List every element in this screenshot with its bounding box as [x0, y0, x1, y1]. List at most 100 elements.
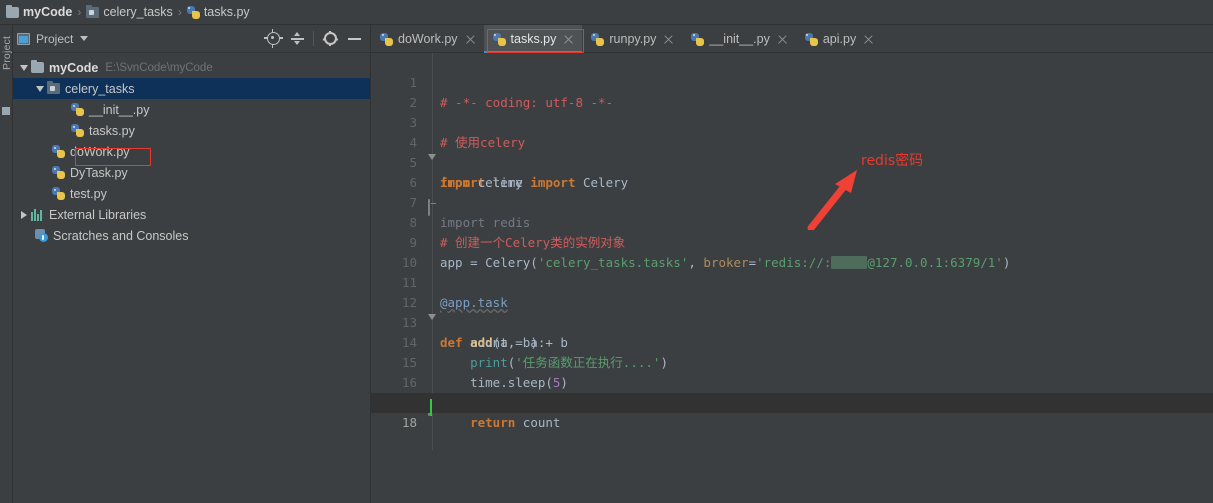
breadcrumb-separator: › — [77, 5, 82, 19]
minimize-icon — [347, 37, 361, 40]
annotation-arrow-icon — [807, 170, 857, 230]
scratches-icon — [34, 229, 49, 243]
tree-item-external-libraries[interactable]: External Libraries — [13, 204, 370, 225]
project-path-hint: E:\SvnCode\myCode — [105, 61, 213, 74]
code-line: 3 # 使用celery — [371, 93, 1213, 150]
breadcrumb: myCode › celery_tasks › tasks.py — [0, 0, 1213, 25]
code-line: 6 import redis — [371, 153, 1213, 230]
python-file-icon — [51, 187, 66, 201]
code-line: 7 — [371, 173, 1213, 210]
code-line: 11 @app.task — [371, 253, 1213, 310]
collapse-all-icon — [290, 32, 304, 45]
tree-item-label: celery_tasks — [65, 81, 135, 96]
code-editor[interactable]: 1 # -*- coding: utf-8 -*- 2 3 # 使用celery… — [371, 53, 1213, 503]
target-icon — [263, 29, 283, 48]
editor-tab-label: api.py — [822, 32, 857, 46]
editor-tab-label: runpy.py — [609, 32, 657, 46]
collapse-all-button[interactable] — [286, 28, 308, 50]
python-file-icon — [70, 103, 85, 117]
code-line: 8 # 创建一个Celery类的实例对象 — [371, 193, 1213, 250]
close-icon[interactable] — [663, 34, 674, 45]
chevron-down-icon — [80, 36, 89, 41]
code-line: 16 return count — [371, 353, 1213, 430]
line-number: 18 — [401, 415, 417, 430]
toolbar-divider — [313, 31, 314, 46]
python-file-icon — [380, 32, 393, 46]
tree-item-dowork-py[interactable]: doWork.py — [13, 141, 370, 162]
close-icon[interactable] — [563, 34, 574, 45]
code-line-current: 18 — [371, 393, 1213, 430]
tree-item-test-py[interactable]: test.py — [13, 183, 370, 204]
python-file-icon — [51, 166, 66, 180]
editor-tab-label: __init__.py — [709, 32, 770, 46]
tree-item-label: DyTask.py — [70, 165, 128, 180]
library-icon — [30, 208, 45, 222]
folder-icon — [30, 60, 45, 75]
tool-window-stripe-left: Project — [0, 25, 13, 503]
editor-tab-api-py[interactable]: api.py — [796, 25, 882, 53]
close-icon[interactable] — [863, 34, 874, 45]
tree-item-celery-tasks[interactable]: celery_tasks — [13, 78, 370, 99]
editor-tab-init-py[interactable]: __init__.py — [682, 25, 795, 53]
tree-item-label: External Libraries — [49, 207, 147, 222]
breadcrumb-item-mycode[interactable]: myCode — [6, 0, 72, 25]
project-tool-window: Project myCode E:\SvnCode\myCode celery_… — [13, 25, 371, 503]
breadcrumb-item-tasks-py[interactable]: tasks.py — [186, 0, 250, 25]
close-icon[interactable] — [777, 34, 788, 45]
expand-arrow-icon[interactable] — [33, 78, 46, 99]
editor-tab-bar: doWork.py tasks.py runpy.py __init__.py … — [371, 25, 1213, 53]
project-panel-header: Project — [13, 25, 370, 53]
editor-tab-tasks-py[interactable]: tasks.py — [483, 25, 583, 53]
python-file-icon — [804, 32, 818, 46]
breadcrumb-label: tasks.py — [203, 5, 250, 19]
expand-arrow-icon[interactable] — [17, 57, 30, 78]
breadcrumb-separator: › — [177, 5, 182, 19]
settings-button[interactable] — [319, 28, 341, 50]
locate-file-button[interactable] — [262, 28, 284, 50]
project-tree: myCode E:\SvnCode\myCode celery_tasks __… — [13, 53, 370, 246]
annotation-label: redis密码 — [861, 153, 924, 169]
tree-item-label: Scratches and Consoles — [53, 228, 189, 243]
code-line: 5 from celery import Celery — [371, 133, 1213, 190]
tree-item-tasks-py[interactable]: tasks.py — [13, 120, 370, 141]
stripe-button-project[interactable]: Project — [1, 28, 13, 70]
tree-item-label: __init__.py — [89, 102, 150, 117]
hide-panel-button[interactable] — [343, 28, 365, 50]
breadcrumb-label: myCode — [23, 5, 73, 19]
text-caret — [430, 399, 432, 416]
code-text: return count — [470, 415, 561, 430]
code-line: 1 # -*- coding: utf-8 -*- — [371, 53, 1213, 110]
tree-item-label: doWork.py — [70, 144, 130, 159]
folder-icon — [6, 4, 19, 18]
package-icon — [46, 81, 61, 96]
tree-item-init-py[interactable]: __init__.py — [13, 99, 370, 120]
code-line: 12 def add(a, b): — [371, 273, 1213, 350]
python-file-icon — [70, 124, 85, 138]
python-file-icon — [51, 145, 66, 159]
code-line: 14 print('任务函数正在执行....') — [371, 313, 1213, 370]
tree-item-label: tasks.py — [89, 123, 135, 138]
editor-tab-label: doWork.py — [398, 32, 458, 46]
pycharm-window: myCode › celery_tasks › tasks.py Project… — [0, 0, 1213, 503]
code-line: 4 import time — [371, 113, 1213, 190]
code-line: 17 — [371, 373, 1213, 410]
tree-item-dytask-py[interactable]: DyTask.py — [13, 162, 370, 183]
breadcrumb-item-celery-tasks[interactable]: celery_tasks — [86, 0, 173, 25]
python-file-icon — [186, 5, 200, 19]
expand-arrow-icon[interactable] — [17, 204, 30, 225]
tree-item-mycode[interactable]: myCode E:\SvnCode\myCode — [13, 57, 370, 78]
tree-item-scratches-and-consoles[interactable]: Scratches and Consoles — [13, 225, 370, 246]
python-file-icon — [691, 32, 705, 46]
stripe-indicator-icon — [2, 107, 10, 115]
editor-tab-runpy-py[interactable]: runpy.py — [582, 25, 682, 53]
project-view-selector[interactable]: Project — [17, 31, 89, 46]
code-line: 10 — [371, 233, 1213, 270]
package-icon — [86, 4, 100, 18]
close-icon[interactable] — [465, 34, 476, 45]
project-panel-title: Project — [36, 31, 74, 46]
project-window-icon — [17, 32, 30, 45]
tree-item-label: myCode — [49, 60, 99, 75]
gear-icon — [322, 30, 338, 47]
editor-tab-dowork-py[interactable]: doWork.py — [371, 25, 484, 53]
code-line: 2 — [371, 73, 1213, 110]
